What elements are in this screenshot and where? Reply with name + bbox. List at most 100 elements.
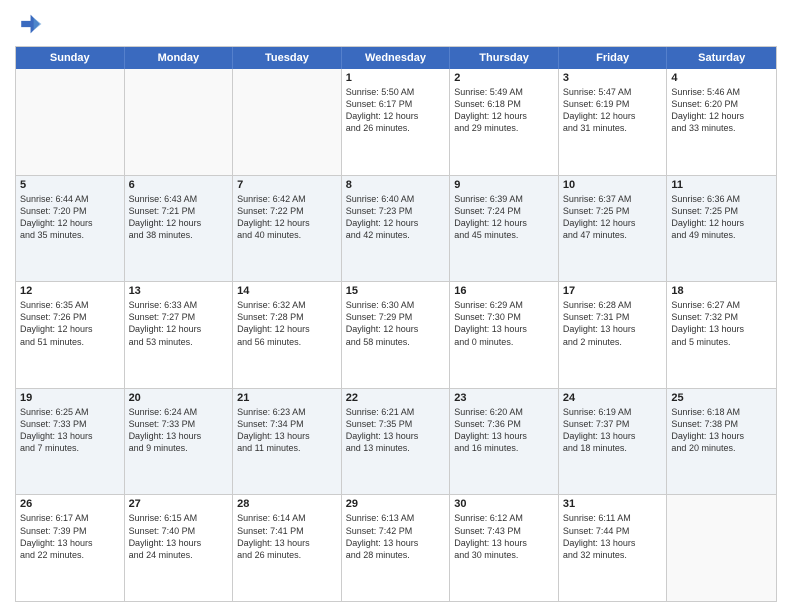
day-info: Sunrise: 5:50 AM Sunset: 6:17 PM Dayligh…	[346, 86, 446, 135]
day-info: Sunrise: 6:29 AM Sunset: 7:30 PM Dayligh…	[454, 299, 554, 348]
day-cell-29: 29 Sunrise: 6:13 AM Sunset: 7:42 PM Dayli…	[342, 495, 451, 601]
day-info: Sunrise: 6:33 AM Sunset: 7:27 PM Dayligh…	[129, 299, 229, 348]
day-cell-26: 26Sunrise: 6:17 AM Sunset: 7:39 PM Dayli…	[16, 495, 125, 601]
week-3: 12Sunrise: 6:35 AM Sunset: 7:26 PM Dayli…	[16, 281, 776, 388]
day-header-sunday: Sunday	[16, 47, 125, 69]
day-number: 19	[20, 392, 120, 404]
week-5: 26Sunrise: 6:17 AM Sunset: 7:39 PM Dayli…	[16, 494, 776, 601]
day-number: 13	[129, 285, 229, 297]
day-info: Sunrise: 6:15 AM Sunset: 7:40 PM Dayligh…	[129, 512, 229, 561]
day-number: 11	[671, 179, 772, 191]
day-number: 14	[237, 285, 337, 297]
weeks: 1Sunrise: 5:50 AM Sunset: 6:17 PM Daylig…	[16, 69, 776, 601]
day-number: 28	[237, 498, 337, 510]
day-cell-20: 20 Sunrise: 6:24 AM Sunset: 7:33 PM Dayli…	[125, 389, 234, 495]
day-cell-empty	[16, 69, 125, 175]
day-header-monday: Monday	[125, 47, 234, 69]
day-info: Sunrise: 6:19 AM Sunset: 7:37 PM Dayligh…	[563, 406, 663, 455]
day-number: 7	[237, 179, 337, 191]
day-info: Sunrise: 6:21 AM Sunset: 7:35 PM Dayligh…	[346, 406, 446, 455]
day-cell-empty	[125, 69, 234, 175]
day-number: 26	[20, 498, 120, 510]
day-cell-11: 11 Sunrise: 6:36 AM Sunset: 7:25 PM Dayli…	[667, 176, 776, 282]
day-cell-31: 31 Sunrise: 6:11 AM Sunset: 7:44 PM Dayli…	[559, 495, 668, 601]
day-cell-30: 30 Sunrise: 6:12 AM Sunset: 7:43 PM Dayli…	[450, 495, 559, 601]
day-cell-16: 16 Sunrise: 6:29 AM Sunset: 7:30 PM Dayli…	[450, 282, 559, 388]
day-cell-21: 21 Sunrise: 6:23 AM Sunset: 7:34 PM Dayli…	[233, 389, 342, 495]
day-cell-15: 15 Sunrise: 6:30 AM Sunset: 7:29 PM Dayli…	[342, 282, 451, 388]
week-1: 1Sunrise: 5:50 AM Sunset: 6:17 PM Daylig…	[16, 69, 776, 175]
day-number: 21	[237, 392, 337, 404]
day-headers: SundayMondayTuesdayWednesdayThursdayFrid…	[16, 47, 776, 69]
header	[15, 10, 777, 38]
day-number: 27	[129, 498, 229, 510]
day-cell-3: 3 Sunrise: 5:47 AM Sunset: 6:19 PM Daylig…	[559, 69, 668, 175]
day-header-saturday: Saturday	[667, 47, 776, 69]
day-number: 31	[563, 498, 663, 510]
day-number: 22	[346, 392, 446, 404]
day-cell-5: 5 Sunrise: 6:44 AM Sunset: 7:20 PM Daylig…	[16, 176, 125, 282]
day-header-friday: Friday	[559, 47, 668, 69]
day-number: 29	[346, 498, 446, 510]
day-info: Sunrise: 6:11 AM Sunset: 7:44 PM Dayligh…	[563, 512, 663, 561]
day-info: Sunrise: 6:28 AM Sunset: 7:31 PM Dayligh…	[563, 299, 663, 348]
day-number: 5	[20, 179, 120, 191]
day-number: 20	[129, 392, 229, 404]
day-info: Sunrise: 6:25 AM Sunset: 7:33 PM Dayligh…	[20, 406, 120, 455]
day-cell-17: 17Sunrise: 6:28 AM Sunset: 7:31 PM Dayli…	[559, 282, 668, 388]
day-info: Sunrise: 6:37 AM Sunset: 7:25 PM Dayligh…	[563, 193, 663, 242]
logo-icon	[15, 10, 43, 38]
logo	[15, 10, 47, 38]
day-cell-19: 19 Sunrise: 6:25 AM Sunset: 7:33 PM Dayli…	[16, 389, 125, 495]
day-info: Sunrise: 6:13 AM Sunset: 7:42 PM Dayligh…	[346, 512, 446, 561]
day-cell-22: 22 Sunrise: 6:21 AM Sunset: 7:35 PM Dayli…	[342, 389, 451, 495]
day-number: 8	[346, 179, 446, 191]
day-header-tuesday: Tuesday	[233, 47, 342, 69]
day-number: 24	[563, 392, 663, 404]
day-number: 9	[454, 179, 554, 191]
day-cell-14: 14 Sunrise: 6:32 AM Sunset: 7:28 PM Dayli…	[233, 282, 342, 388]
day-info: Sunrise: 6:24 AM Sunset: 7:33 PM Dayligh…	[129, 406, 229, 455]
day-number: 25	[671, 392, 772, 404]
day-number: 4	[671, 72, 772, 84]
day-cell-1: 1Sunrise: 5:50 AM Sunset: 6:17 PM Daylig…	[342, 69, 451, 175]
day-number: 15	[346, 285, 446, 297]
day-info: Sunrise: 6:27 AM Sunset: 7:32 PM Dayligh…	[671, 299, 772, 348]
day-info: Sunrise: 5:47 AM Sunset: 6:19 PM Dayligh…	[563, 86, 663, 135]
day-cell-24: 24 Sunrise: 6:19 AM Sunset: 7:37 PM Dayli…	[559, 389, 668, 495]
day-info: Sunrise: 6:20 AM Sunset: 7:36 PM Dayligh…	[454, 406, 554, 455]
day-info: Sunrise: 6:23 AM Sunset: 7:34 PM Dayligh…	[237, 406, 337, 455]
day-number: 6	[129, 179, 229, 191]
day-cell-7: 7 Sunrise: 6:42 AM Sunset: 7:22 PM Daylig…	[233, 176, 342, 282]
day-info: Sunrise: 6:18 AM Sunset: 7:38 PM Dayligh…	[671, 406, 772, 455]
week-2: 5 Sunrise: 6:44 AM Sunset: 7:20 PM Daylig…	[16, 175, 776, 282]
day-info: Sunrise: 6:40 AM Sunset: 7:23 PM Dayligh…	[346, 193, 446, 242]
day-number: 30	[454, 498, 554, 510]
day-number: 18	[671, 285, 772, 297]
day-number: 3	[563, 72, 663, 84]
day-info: Sunrise: 6:35 AM Sunset: 7:26 PM Dayligh…	[20, 299, 120, 348]
day-cell-empty	[667, 495, 776, 601]
day-number: 16	[454, 285, 554, 297]
day-info: Sunrise: 6:30 AM Sunset: 7:29 PM Dayligh…	[346, 299, 446, 348]
day-info: Sunrise: 6:43 AM Sunset: 7:21 PM Dayligh…	[129, 193, 229, 242]
day-info: Sunrise: 6:14 AM Sunset: 7:41 PM Dayligh…	[237, 512, 337, 561]
day-info: Sunrise: 5:49 AM Sunset: 6:18 PM Dayligh…	[454, 86, 554, 135]
day-cell-27: 27 Sunrise: 6:15 AM Sunset: 7:40 PM Dayli…	[125, 495, 234, 601]
day-info: Sunrise: 6:12 AM Sunset: 7:43 PM Dayligh…	[454, 512, 554, 561]
day-cell-23: 23Sunrise: 6:20 AM Sunset: 7:36 PM Dayli…	[450, 389, 559, 495]
day-info: Sunrise: 6:42 AM Sunset: 7:22 PM Dayligh…	[237, 193, 337, 242]
day-cell-4: 4Sunrise: 5:46 AM Sunset: 6:20 PM Daylig…	[667, 69, 776, 175]
day-info: Sunrise: 6:44 AM Sunset: 7:20 PM Dayligh…	[20, 193, 120, 242]
day-header-thursday: Thursday	[450, 47, 559, 69]
day-info: Sunrise: 6:39 AM Sunset: 7:24 PM Dayligh…	[454, 193, 554, 242]
day-info: Sunrise: 6:32 AM Sunset: 7:28 PM Dayligh…	[237, 299, 337, 348]
day-cell-12: 12Sunrise: 6:35 AM Sunset: 7:26 PM Dayli…	[16, 282, 125, 388]
page-container: SundayMondayTuesdayWednesdayThursdayFrid…	[0, 0, 792, 612]
week-4: 19 Sunrise: 6:25 AM Sunset: 7:33 PM Dayli…	[16, 388, 776, 495]
day-cell-25: 25 Sunrise: 6:18 AM Sunset: 7:38 PM Dayli…	[667, 389, 776, 495]
day-info: Sunrise: 6:36 AM Sunset: 7:25 PM Dayligh…	[671, 193, 772, 242]
calendar: SundayMondayTuesdayWednesdayThursdayFrid…	[15, 46, 777, 602]
day-header-wednesday: Wednesday	[342, 47, 451, 69]
day-cell-8: 8 Sunrise: 6:40 AM Sunset: 7:23 PM Daylig…	[342, 176, 451, 282]
